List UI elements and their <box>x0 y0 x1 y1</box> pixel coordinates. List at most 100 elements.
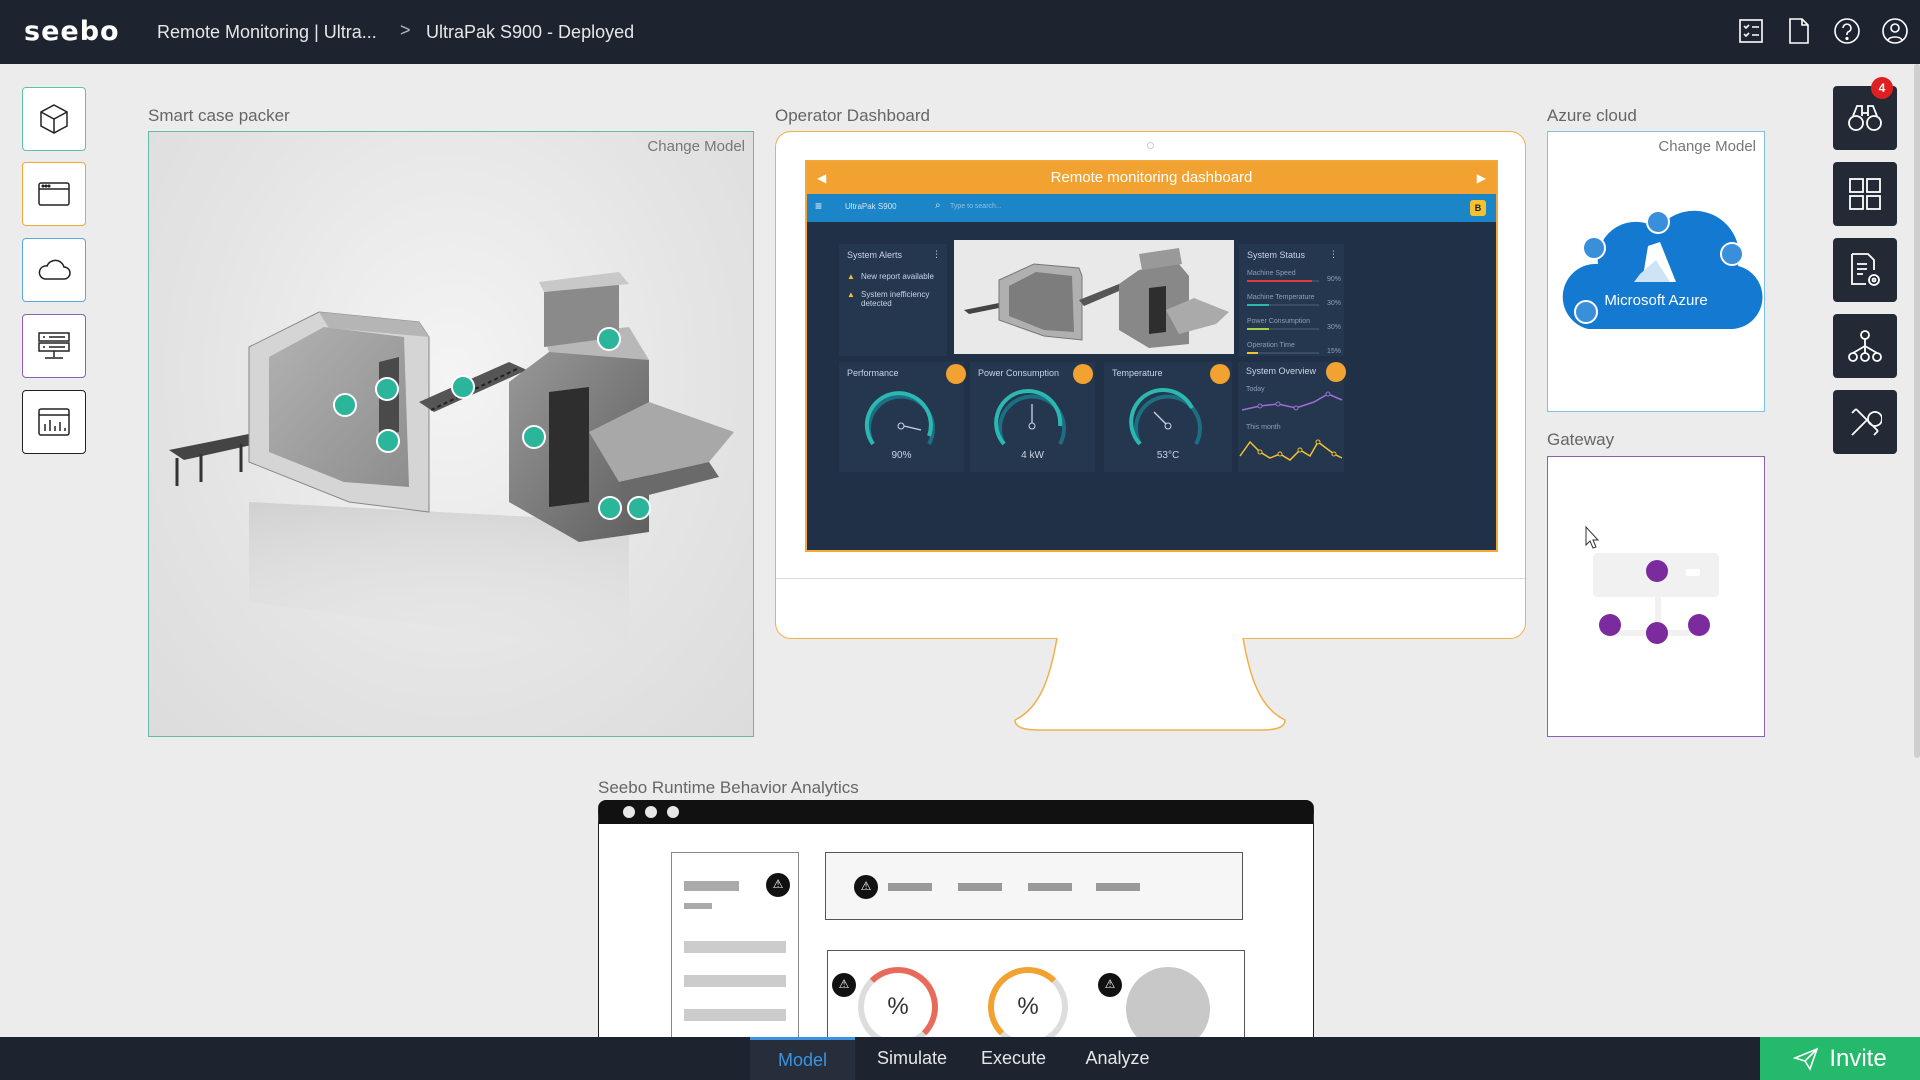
gateway-device-icon <box>1646 622 1668 644</box>
nav-model-select[interactable]: UltraPak S900 <box>845 202 897 211</box>
invite-label: Invite <box>1829 1044 1887 1072</box>
status-bar-track <box>1247 352 1319 354</box>
analytics-tool[interactable] <box>22 390 86 454</box>
tools-button[interactable] <box>1833 390 1897 454</box>
status-row-value: 30% <box>1327 324 1342 331</box>
gateway-panel-title: Gateway <box>1547 430 1615 449</box>
top-bar: seebo Remote Monitoring | Ultra... > Ult… <box>0 0 1920 64</box>
tab-execute[interactable]: Execute <box>966 1037 1061 1080</box>
alert-item[interactable]: System inefficiency detected <box>861 290 941 308</box>
status-more-icon[interactable]: ⋮ <box>1329 249 1338 260</box>
status-title: System Status <box>1247 250 1306 260</box>
hotspot-wifi[interactable] <box>597 327 621 351</box>
azure-cloud-node-icon[interactable] <box>1582 236 1606 260</box>
breadcrumb-project[interactable]: Remote Monitoring | Ultra... <box>157 22 377 43</box>
hotspot-sensor-6[interactable] <box>598 496 622 520</box>
hotspot-sensor-1[interactable] <box>375 377 399 401</box>
operator-panel-title: Operator Dashboard <box>775 106 930 125</box>
user-icon[interactable] <box>1880 16 1910 46</box>
invite-button[interactable]: Invite <box>1760 1037 1920 1080</box>
nav-search-input[interactable]: Type to search... <box>950 203 1002 210</box>
status-row-value: 30% <box>1327 300 1342 307</box>
gauge-dial <box>864 391 935 446</box>
alerts-title: System Alerts <box>847 250 903 260</box>
dashboard-screen[interactable]: ◀ Remote monitoring dashboard ▶ ≡ UltraP… <box>805 160 1498 552</box>
tab-model[interactable]: Model <box>750 1037 855 1080</box>
seebo-logo[interactable]: seebo <box>24 16 120 47</box>
percent-symbol: % <box>887 993 909 1020</box>
alert-triangle-icon[interactable]: ⚠ <box>1098 973 1122 997</box>
hotspot-sensor-4[interactable] <box>376 429 400 453</box>
report-settings-button[interactable] <box>1833 238 1897 302</box>
overview-card: System Overview Today This month <box>1238 362 1346 472</box>
gateway-panel[interactable] <box>1547 456 1765 737</box>
analytics-panel[interactable]: ⚠ ⚠ ⚠ % % ⚠ <box>598 800 1314 1051</box>
next-arrow-icon[interactable]: ▶ <box>1477 162 1486 194</box>
report-chip-icon[interactable] <box>1210 364 1230 384</box>
help-icon[interactable] <box>1832 16 1862 46</box>
camera-dot <box>1147 142 1154 149</box>
alert-triangle-icon[interactable]: ⚠ <box>832 973 856 997</box>
menu-icon[interactable]: ≡ <box>815 199 822 213</box>
status-row-label: Machine Temperature <box>1247 294 1315 301</box>
gateway-diagram <box>1585 525 1719 644</box>
gateway-device-icon <box>1599 614 1621 636</box>
gauge-title: Power Consumption <box>978 368 1060 378</box>
document-icon[interactable] <box>1784 16 1814 46</box>
binoculars-icon <box>1848 105 1882 131</box>
tab-analyze[interactable]: Analyze <box>1070 1037 1165 1080</box>
alerts-card: System Alerts ⋮ ▲ New report available ▲… <box>839 244 947 356</box>
status-bar-fill <box>1247 280 1312 282</box>
gauge-title: Performance <box>847 368 899 378</box>
status-row-value: 15% <box>1327 348 1342 355</box>
status-card: System Status ⋮ Machine Speed 90% Machine … <box>1239 244 1344 356</box>
warning-icon: ▲ <box>847 290 855 299</box>
checklist-icon[interactable] <box>1736 16 1766 46</box>
3d-model-tool[interactable] <box>22 87 86 151</box>
dashboard-machine-image <box>954 240 1234 354</box>
page-scrollbar[interactable] <box>1914 64 1920 758</box>
prev-arrow-icon[interactable]: ◀ <box>817 162 826 194</box>
azure-wifi-icon[interactable] <box>1646 210 1670 234</box>
gauge-value: 53°C <box>1156 450 1180 461</box>
machine-panel-title: Smart case packer <box>148 106 290 125</box>
cloud-tool[interactable] <box>22 238 86 302</box>
cube-chip-icon[interactable] <box>1073 364 1093 384</box>
dashboard-tool[interactable] <box>22 162 86 226</box>
breadcrumb-current: UltraPak S900 - Deployed <box>426 22 635 42</box>
alert-triangle-icon[interactable]: ⚠ <box>766 873 790 897</box>
alert-triangle-icon[interactable]: ⚠ <box>854 875 878 899</box>
azure-cloud-node-icon-2[interactable] <box>1574 300 1598 324</box>
percent-gauge: % <box>988 967 1068 1047</box>
machine-change-model-link[interactable]: Change Model <box>647 138 745 155</box>
hierarchy-button[interactable] <box>1833 314 1897 378</box>
alert-item[interactable]: New report available <box>861 272 941 281</box>
hotspot-sensor-2[interactable] <box>451 375 475 399</box>
tools-icon <box>1851 408 1882 436</box>
overview-month-label: This month <box>1246 424 1281 431</box>
nav-search-icon: ⌕ <box>935 200 941 211</box>
machine-panel[interactable]: Change Model <box>148 131 754 737</box>
operator-monitor[interactable]: ◀ Remote monitoring dashboard ▶ ≡ UltraP… <box>775 131 1526 639</box>
alerts-more-icon[interactable]: ⋮ <box>932 249 941 260</box>
chart-chip-icon[interactable] <box>1326 362 1346 382</box>
case-packer-3d-model[interactable] <box>149 132 755 738</box>
cube-chip-icon[interactable] <box>946 364 966 384</box>
tab-simulate[interactable]: Simulate <box>862 1037 962 1080</box>
hotspot-sensor-5[interactable] <box>522 425 546 449</box>
gateway-tool[interactable] <box>22 314 86 378</box>
paper-plane-icon <box>1793 1047 1819 1071</box>
hierarchy-icon <box>1848 330 1882 362</box>
gauge-dial <box>1129 387 1202 446</box>
azure-panel[interactable]: Change Model Microsoft Azure <box>1547 131 1765 412</box>
azure-tools-icon[interactable] <box>1720 242 1744 266</box>
hotspot-sensor-3[interactable] <box>333 393 357 417</box>
grid-button[interactable] <box>1833 162 1897 226</box>
nav-badge[interactable]: B <box>1470 200 1486 216</box>
overview-title: System Overview <box>1246 366 1317 376</box>
gauge-card-performance: Performance 90% <box>839 362 966 472</box>
hotspot-sensor-7[interactable] <box>627 496 651 520</box>
cloud-icon <box>38 259 71 280</box>
azure-change-model-link[interactable]: Change Model <box>1658 138 1756 155</box>
gauge-title: Temperature <box>1112 368 1163 378</box>
